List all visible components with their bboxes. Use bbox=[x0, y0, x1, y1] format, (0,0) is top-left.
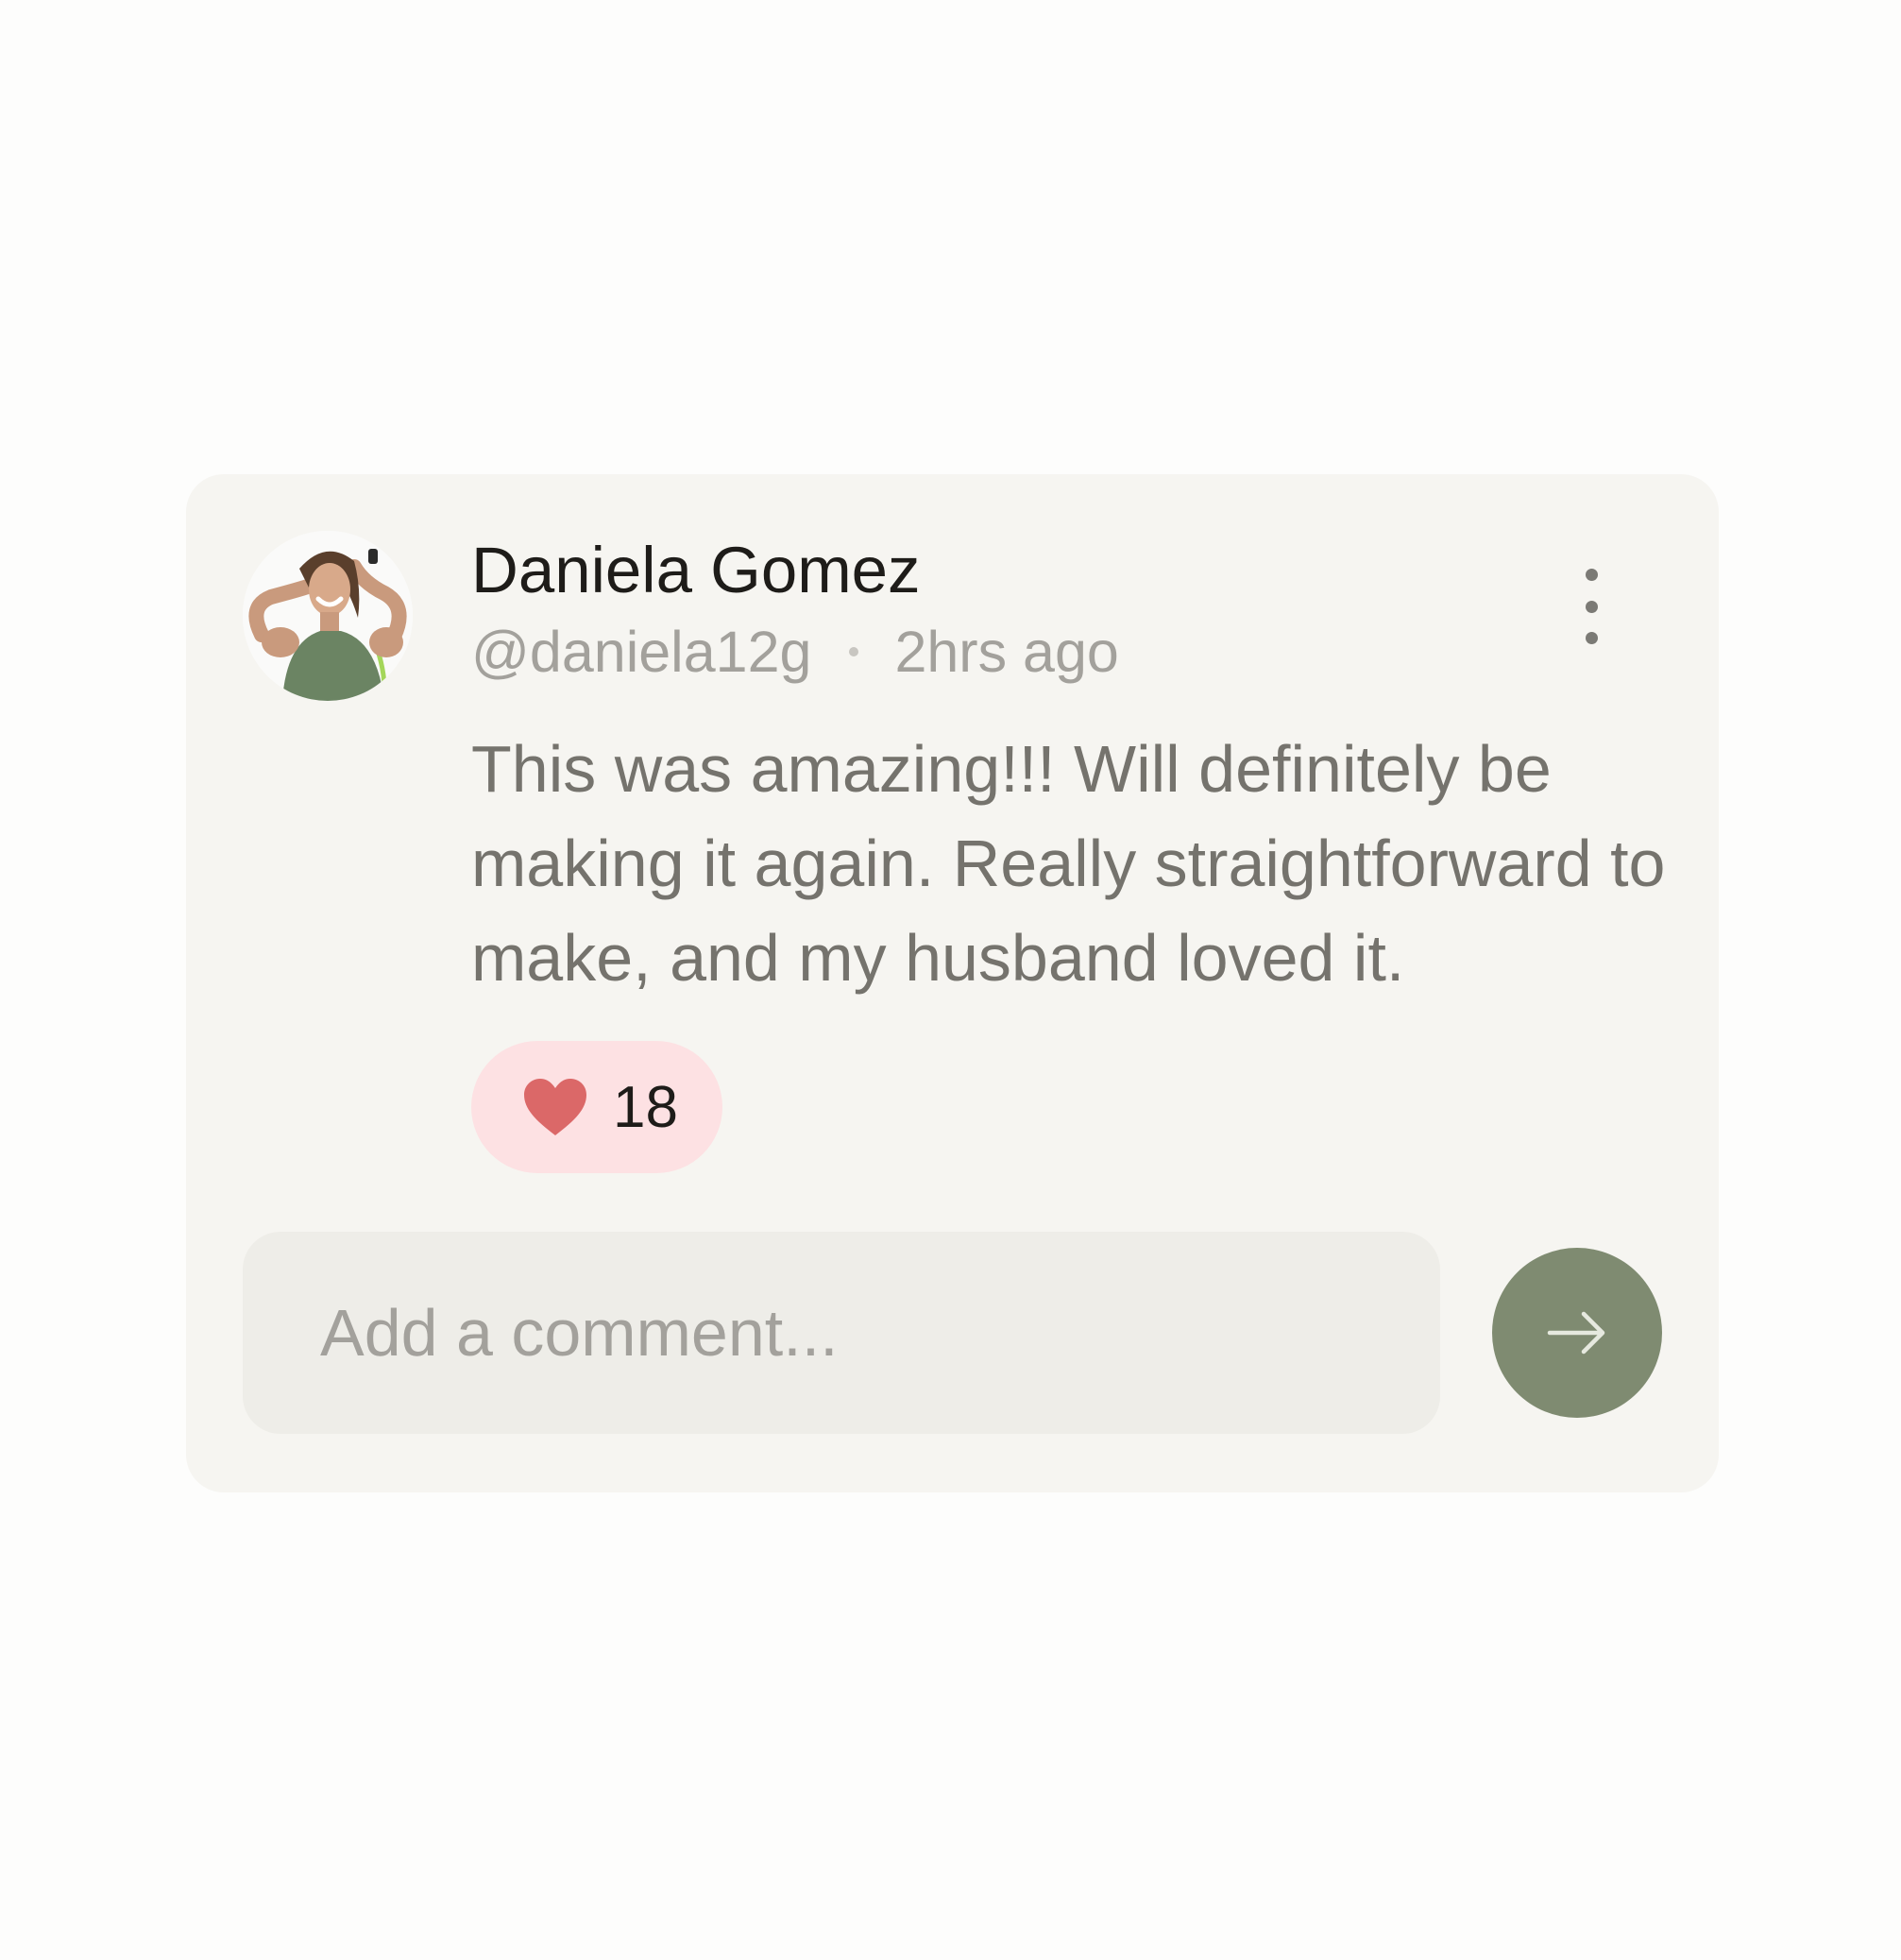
like-count: 18 bbox=[613, 1074, 678, 1140]
more-vertical-icon bbox=[1585, 569, 1598, 581]
timestamp: 2hrs ago bbox=[894, 620, 1119, 684]
heart-icon bbox=[524, 1079, 586, 1135]
avatar[interactable] bbox=[243, 531, 413, 701]
comment-card: Daniela Gomez @daniela12g 2hrs ago This … bbox=[186, 474, 1719, 1492]
more-options-button[interactable] bbox=[1572, 569, 1610, 644]
separator-dot-icon bbox=[849, 647, 859, 656]
author-name[interactable]: Daniela Gomez bbox=[471, 533, 921, 608]
arrow-right-icon bbox=[1547, 1311, 1605, 1355]
comment-body: This was amazing!!! Will definitely be m… bbox=[471, 732, 1666, 995]
like-button[interactable]: 18 bbox=[471, 1041, 722, 1173]
send-button[interactable] bbox=[1492, 1248, 1662, 1418]
comment-input[interactable] bbox=[243, 1232, 1440, 1434]
author-handle[interactable]: @daniela12g bbox=[471, 618, 811, 686]
avatar-photo bbox=[243, 531, 413, 701]
post-meta: @daniela12g 2hrs ago bbox=[471, 618, 1119, 686]
